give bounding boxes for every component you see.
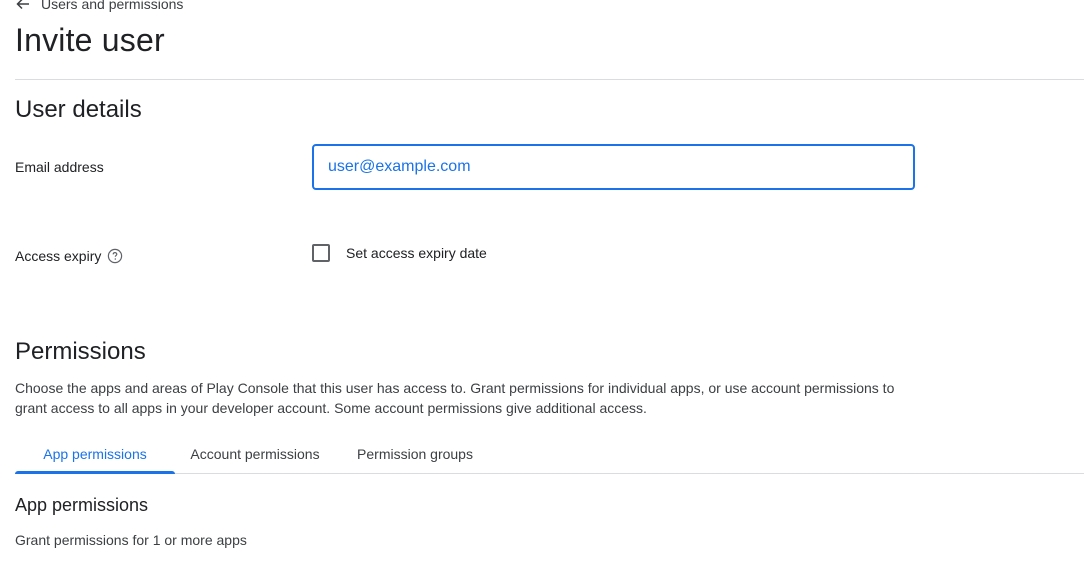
app-permissions-description: Grant permissions for 1 or more apps xyxy=(15,532,247,548)
access-expiry-label-text: Access expiry xyxy=(15,248,102,264)
email-address-input[interactable] xyxy=(312,144,915,190)
tab-permission-groups[interactable]: Permission groups xyxy=(335,434,495,473)
tab-account-permissions[interactable]: Account permissions xyxy=(175,434,335,473)
help-circle-icon[interactable] xyxy=(107,248,123,264)
email-address-label: Email address xyxy=(15,159,104,175)
back-link-users-and-permissions[interactable]: Users and permissions xyxy=(15,0,183,12)
permissions-tabs: App permissions Account permissions Perm… xyxy=(15,434,1084,474)
tab-app-permissions-label: App permissions xyxy=(43,445,147,462)
access-expiry-checkbox-row[interactable]: Set access expiry date xyxy=(312,244,487,262)
tab-account-permissions-label: Account permissions xyxy=(190,445,320,462)
access-expiry-checkbox[interactable] xyxy=(312,244,330,262)
back-link-label: Users and permissions xyxy=(41,0,184,12)
permissions-description: Choose the apps and areas of Play Consol… xyxy=(15,380,895,416)
access-expiry-label: Access expiry xyxy=(15,248,123,264)
user-details-title: User details xyxy=(15,96,142,123)
email-address-label-text: Email address xyxy=(15,159,104,175)
page-title: Invite user xyxy=(15,22,165,58)
permissions-title: Permissions xyxy=(15,338,146,365)
header-divider xyxy=(15,79,1084,80)
arrow-left-icon xyxy=(15,0,31,12)
app-permissions-title: App permissions xyxy=(15,495,149,515)
tab-app-permissions[interactable]: App permissions xyxy=(15,434,175,474)
invite-user-page: Users and permissions Invite user User d… xyxy=(0,0,1084,580)
tab-permission-groups-label: Permission groups xyxy=(357,445,473,462)
access-expiry-checkbox-label: Set access expiry date xyxy=(346,245,487,261)
